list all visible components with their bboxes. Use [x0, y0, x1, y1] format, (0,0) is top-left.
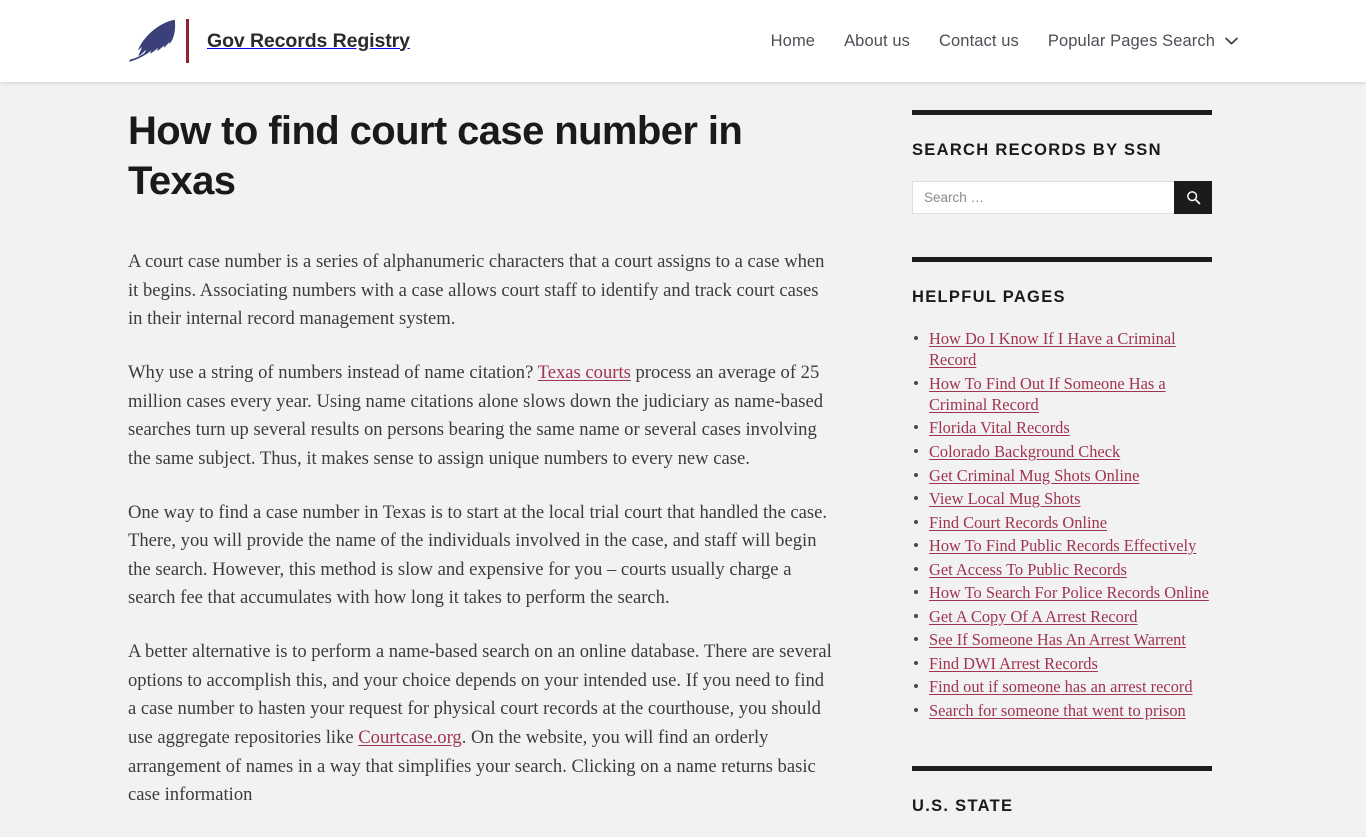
list-item: Find out if someone has an arrest record — [912, 676, 1212, 697]
brand-name: Gov Records Registry — [207, 29, 410, 52]
widget-divider — [912, 765, 1212, 771]
chevron-down-icon[interactable] — [1225, 37, 1238, 45]
helpful-page-link[interactable]: Search for someone that went to prison — [929, 701, 1186, 720]
article-paragraph: One way to find a case number in Texas i… — [128, 501, 827, 609]
helpful-page-link[interactable]: Colorado Background Check — [929, 442, 1120, 461]
widget-title-helpful-pages: HELPFUL PAGES — [912, 288, 1066, 306]
list-item: Search for someone that went to prison — [912, 700, 1212, 721]
quill-feather-icon — [129, 19, 176, 62]
nav-item-contact-us[interactable]: Contact us — [939, 32, 1019, 51]
widget-spacer — [912, 724, 1212, 766]
list-item: See If Someone Has An Arrest Warrent — [912, 629, 1212, 650]
sidebar: SEARCH RECORDS BY SSN HELPFUL PAGES How … — [912, 82, 1212, 837]
helpful-page-link[interactable]: Get Access To Public Records — [929, 560, 1127, 579]
helpful-pages-list: How Do I Know If I Have a Criminal Recor… — [912, 328, 1212, 721]
helpful-page-link[interactable]: View Local Mug Shots — [929, 489, 1081, 508]
widget-title-search-ssn: SEARCH RECORDS BY SSN — [912, 141, 1162, 159]
helpful-page-link[interactable]: Find Court Records Online — [929, 513, 1107, 532]
widget-divider — [912, 257, 1212, 262]
list-item: Get Criminal Mug Shots Online — [912, 465, 1212, 486]
nav-item-home[interactable]: Home — [771, 32, 815, 51]
site-header: Gov Records Registry Home About us Conta… — [0, 0, 1366, 82]
search-submit-button[interactable] — [1174, 181, 1212, 214]
widget-helpful-pages: HELPFUL PAGES How Do I Know If I Have a … — [912, 257, 1212, 721]
page-body: How to find court case number in Texas A… — [0, 82, 1366, 837]
article-paragraph: Why use a string of numbers instead of n… — [128, 362, 824, 469]
widget-title-us-state: U.S. STATE — [912, 796, 1014, 815]
nav-item-popular-pages-search-label[interactable]: Popular Pages Search — [1048, 32, 1215, 51]
helpful-page-link[interactable]: How Do I Know If I Have a Criminal Recor… — [929, 329, 1176, 369]
list-item: How To Find Out If Someone Has a Crimina… — [912, 373, 1212, 415]
list-item: Get A Copy Of A Arrest Record — [912, 606, 1212, 627]
main-navigation: Home About us Contact us Popular Pages S… — [771, 32, 1238, 51]
widget-search-records-by-ssn: SEARCH RECORDS BY SSN — [912, 110, 1212, 214]
search-input[interactable] — [912, 181, 1174, 214]
brand-logo-link[interactable]: Gov Records Registry — [128, 18, 410, 64]
list-item: View Local Mug Shots — [912, 488, 1212, 509]
list-item: Florida Vital Records — [912, 417, 1212, 438]
list-item: Colorado Background Check — [912, 441, 1212, 462]
nav-item-popular-pages-search[interactable]: Popular Pages Search — [1048, 32, 1238, 51]
helpful-page-link[interactable]: Find DWI Arrest Records — [929, 654, 1098, 673]
helpful-page-link[interactable]: How To Find Out If Someone Has a Crimina… — [929, 374, 1166, 414]
nav-item-about-us[interactable]: About us — [844, 32, 910, 51]
brand-divider — [186, 19, 189, 63]
list-item: How Do I Know If I Have a Criminal Recor… — [912, 328, 1212, 370]
article-body: A court case number is a series of alpha… — [128, 248, 832, 810]
widget-us-state: U.S. STATE — [912, 765, 1212, 816]
widget-spacer — [912, 214, 1212, 257]
inline-link[interactable]: Courtcase.org — [358, 727, 461, 748]
list-item: Find DWI Arrest Records — [912, 653, 1212, 674]
search-icon — [1186, 191, 1200, 205]
inline-link[interactable]: Texas courts — [538, 362, 631, 383]
helpful-page-link[interactable]: How To Search For Police Records Online — [929, 583, 1209, 602]
helpful-page-link[interactable]: Find out if someone has an arrest record — [929, 677, 1193, 696]
article-paragraph: A court case number is a series of alpha… — [128, 251, 825, 330]
list-item: How To Search For Police Records Online — [912, 582, 1212, 603]
list-item: Find Court Records Online — [912, 512, 1212, 533]
helpful-page-link[interactable]: See If Someone Has An Arrest Warrent — [929, 630, 1186, 649]
list-item: Get Access To Public Records — [912, 559, 1212, 580]
widget-divider — [912, 110, 1212, 115]
helpful-page-link[interactable]: Get Criminal Mug Shots Online — [929, 466, 1139, 485]
main-content: How to find court case number in Texas A… — [128, 82, 912, 837]
list-item: How To Find Public Records Effectively — [912, 535, 1212, 556]
helpful-page-link[interactable]: Florida Vital Records — [929, 418, 1070, 437]
helpful-page-link[interactable]: Get A Copy Of A Arrest Record — [929, 607, 1138, 626]
article-paragraph: A better alternative is to perform a nam… — [128, 641, 832, 806]
helpful-page-link[interactable]: How To Find Public Records Effectively — [929, 536, 1196, 555]
page-title: How to find court case number in Texas — [128, 109, 743, 203]
ssn-search-form — [912, 181, 1212, 214]
